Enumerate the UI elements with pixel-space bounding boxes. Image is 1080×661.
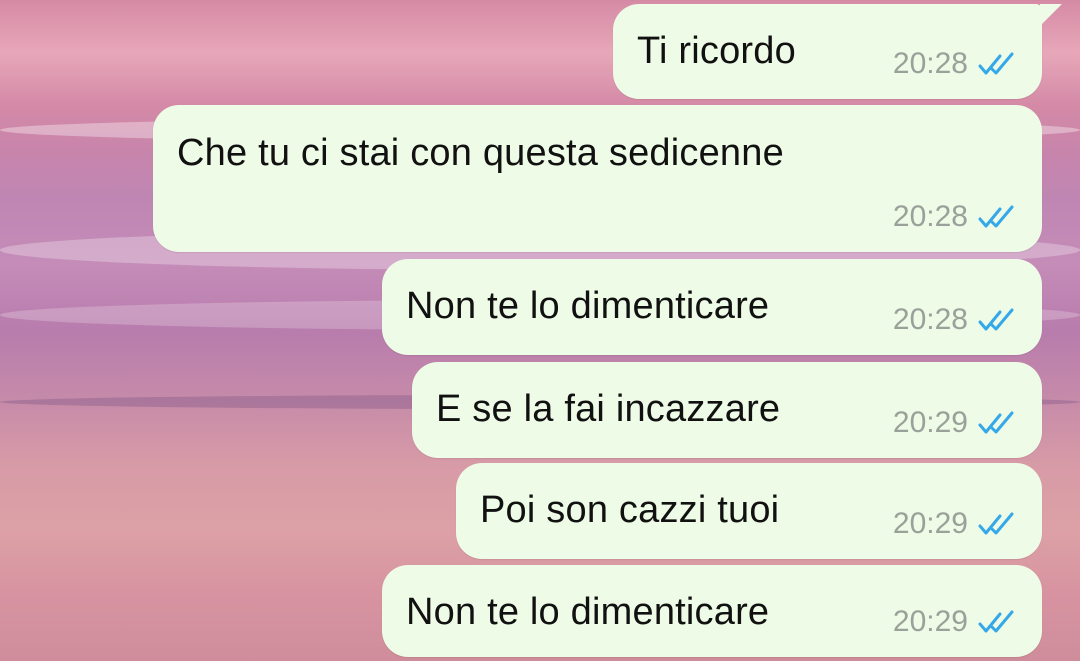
- chat-thread[interactable]: Ti ricordo 20:28 Che tu ci stai con ques…: [0, 0, 1080, 661]
- message-meta: 20:29: [893, 605, 1020, 639]
- double-check-icon: [978, 308, 1014, 331]
- message-meta: 20:29: [893, 406, 1020, 440]
- double-check-icon: [978, 610, 1014, 633]
- message-text: Non te lo dimenticare: [406, 285, 770, 327]
- message-bubble[interactable]: E se la fai incazzare 20:29: [412, 362, 1042, 458]
- message-text: Che tu ci stai con questa sedicenne: [177, 132, 784, 174]
- message-bubble[interactable]: Non te lo dimenticare 20:28: [382, 259, 1042, 355]
- message-bubble[interactable]: Non te lo dimenticare 20:29: [382, 565, 1042, 657]
- message-time: 20:29: [892, 605, 968, 638]
- message-meta: 20:28: [893, 200, 1020, 234]
- double-check-icon: [978, 52, 1014, 75]
- double-check-icon: [978, 512, 1014, 535]
- message-text: Non te lo dimenticare: [406, 591, 770, 633]
- message-meta: 20:29: [893, 507, 1020, 541]
- message-bubble[interactable]: Poi son cazzi tuoi 20:29: [456, 463, 1042, 559]
- message-bubble[interactable]: Che tu ci stai con questa sedicenne 20:2…: [153, 105, 1042, 252]
- message-time: 20:29: [892, 507, 968, 540]
- message-time: 20:29: [892, 406, 968, 439]
- message-bubble[interactable]: Ti ricordo 20:28: [613, 4, 1062, 99]
- message-text: Poi son cazzi tuoi: [480, 489, 780, 531]
- bubble-tail: [1040, 4, 1062, 26]
- message-text: Ti ricordo: [637, 30, 796, 72]
- message-meta: 20:28: [893, 303, 1020, 337]
- message-time: 20:28: [892, 47, 968, 80]
- message-time: 20:28: [892, 200, 968, 233]
- double-check-icon: [978, 411, 1014, 434]
- message-text: E se la fai incazzare: [436, 388, 781, 430]
- message-time: 20:28: [892, 303, 968, 336]
- message-meta: 20:28: [893, 47, 1020, 81]
- double-check-icon: [978, 205, 1014, 228]
